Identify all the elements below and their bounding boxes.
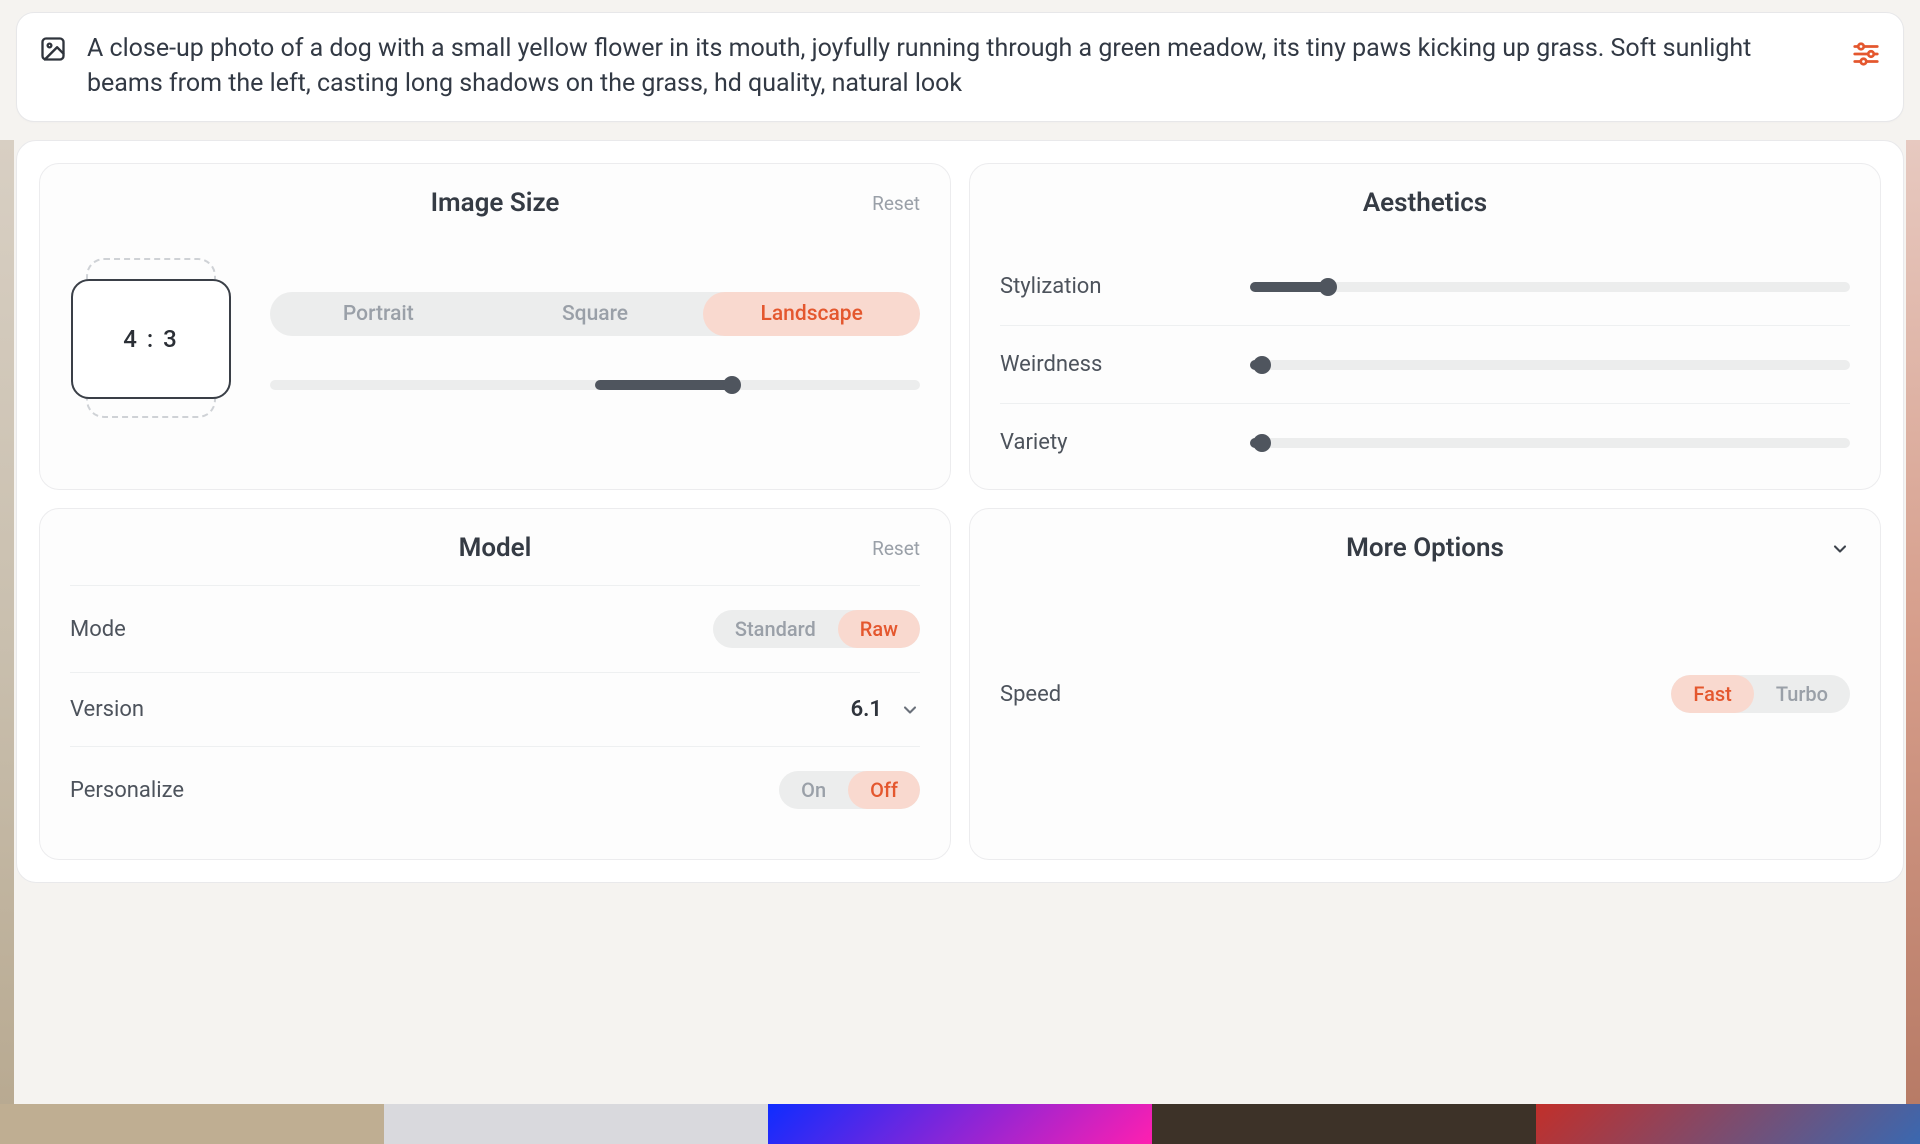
prompt-text[interactable]: A close-up photo of a dog with a small y… (87, 31, 1831, 101)
option-on[interactable]: On (779, 771, 848, 809)
reset-button[interactable]: Reset (872, 537, 920, 560)
version-dropdown[interactable]: 6.1 (851, 697, 920, 722)
option-standard[interactable]: Standard (713, 610, 838, 648)
panel-model: Model Reset Mode StandardRaw Version 6.1 (39, 508, 951, 860)
speed-segmented[interactable]: FastTurbo (1671, 675, 1850, 713)
speed-label: Speed (1000, 682, 1061, 707)
chevron-down-icon (900, 700, 920, 720)
option-portrait[interactable]: Portrait (270, 292, 487, 336)
aesthetics-label: Weirdness (1000, 352, 1220, 377)
panel-image-size: Image Size Reset 4 : 3 PortraitSquareLan… (39, 163, 951, 490)
variety-slider[interactable] (1250, 438, 1850, 448)
personalize-label: Personalize (70, 778, 184, 803)
option-raw[interactable]: Raw (838, 610, 920, 648)
option-fast[interactable]: Fast (1671, 675, 1753, 713)
option-off[interactable]: Off (848, 771, 920, 809)
personalize-segmented[interactable]: OnOff (779, 771, 920, 809)
chevron-down-icon[interactable] (1830, 539, 1850, 559)
weirdness-slider[interactable] (1250, 360, 1850, 370)
prompt-bar: A close-up photo of a dog with a small y… (16, 12, 1904, 122)
panel-title: More Options (1000, 533, 1850, 563)
panel-title: Image Size (70, 188, 920, 218)
mode-label: Mode (70, 617, 126, 642)
aesthetics-label: Stylization (1000, 274, 1220, 299)
aspect-ratio-label: 4 : 3 (71, 279, 231, 399)
aspect-ratio-slider[interactable] (270, 380, 920, 390)
aesthetics-label: Variety (1000, 430, 1220, 455)
stylization-slider[interactable] (1250, 282, 1850, 292)
panel-aesthetics: Aesthetics Stylization Weirdness Variety (969, 163, 1881, 490)
panel-more-options: More Options Speed FastTurbo (969, 508, 1881, 860)
aesthetics-row-stylization: Stylization (1000, 240, 1850, 325)
image-icon (39, 35, 67, 63)
mode-segmented[interactable]: StandardRaw (713, 610, 920, 648)
aspect-ratio-preview: 4 : 3 (70, 258, 232, 420)
reset-button[interactable]: Reset (872, 192, 920, 215)
option-landscape[interactable]: Landscape (703, 292, 920, 336)
panel-title: Aesthetics (1000, 188, 1850, 218)
aesthetics-row-weirdness: Weirdness (1000, 325, 1850, 403)
aesthetics-row-variety: Variety (1000, 403, 1850, 463)
orientation-segmented[interactable]: PortraitSquareLandscape (270, 292, 920, 336)
settings-sliders-icon[interactable] (1851, 39, 1881, 69)
panel-title: Model (70, 533, 920, 563)
version-label: Version (70, 697, 144, 722)
option-square[interactable]: Square (487, 292, 704, 336)
option-turbo[interactable]: Turbo (1754, 675, 1850, 713)
settings-panels: Image Size Reset 4 : 3 PortraitSquareLan… (16, 140, 1904, 883)
version-value: 6.1 (851, 697, 882, 722)
